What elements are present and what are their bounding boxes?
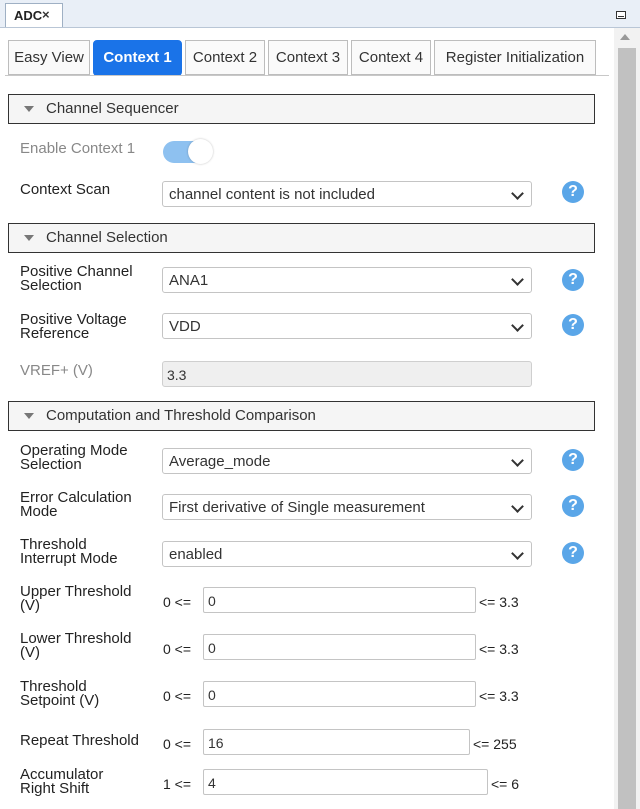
tab-easy-view[interactable]: Easy View — [8, 40, 90, 75]
label-line: Interrupt Mode — [20, 550, 118, 567]
help-icon[interactable]: ? — [562, 269, 584, 291]
threshold-setpoint-min: 0 <= — [163, 688, 192, 704]
threshold-setpoint-label: Threshold Setpoint (V) — [20, 679, 100, 709]
accumulator-shift-min: 1 <= — [163, 776, 192, 792]
positive-vref-label: Positive Voltage Reference — [20, 312, 127, 342]
positive-channel-value: ANA1 — [169, 272, 209, 289]
tab-context-3[interactable]: Context 3 — [268, 40, 348, 75]
error-calc-label: Error Calculation Mode — [20, 490, 132, 520]
operating-mode-select[interactable]: Average_mode — [162, 448, 532, 474]
close-tab-icon[interactable]: × — [42, 3, 56, 23]
chevron-down-icon — [511, 500, 524, 513]
document-tab-bar — [0, 0, 640, 28]
vref-plus-field: 3.3 — [162, 361, 532, 387]
enable-context-label: Enable Context 1 — [20, 140, 136, 157]
positive-vref-value: VDD — [169, 318, 201, 335]
upper-threshold-min: 0 <= — [163, 594, 192, 610]
lower-threshold-label: Lower Threshold (V) — [20, 631, 131, 661]
lower-threshold-input[interactable]: 0 — [203, 634, 476, 660]
chevron-down-icon — [511, 319, 524, 332]
repeat-threshold-min: 0 <= — [163, 736, 192, 752]
section-header-channel-sequencer[interactable]: Channel Sequencer — [8, 94, 595, 124]
scrollbar-thumb[interactable] — [618, 48, 636, 809]
threshold-interrupt-select[interactable]: enabled — [162, 541, 532, 567]
upper-threshold-input[interactable]: 0 — [203, 587, 476, 613]
section-title: Computation and Threshold Comparison — [46, 407, 316, 424]
threshold-setpoint-input[interactable]: 0 — [203, 681, 476, 707]
repeat-threshold-label: Repeat Threshold — [20, 732, 139, 749]
label-line: (V) — [20, 644, 40, 661]
collapse-triangle-icon — [24, 106, 34, 112]
tab-context-2[interactable]: Context 2 — [185, 40, 265, 75]
label-line: Reference — [20, 325, 90, 342]
lower-threshold-max: <= 3.3 — [479, 641, 519, 657]
context-scan-label: Context Scan — [20, 181, 111, 198]
positive-channel-label: Positive Channel Selection — [20, 264, 133, 294]
upper-threshold-label: Upper Threshold (V) — [20, 584, 131, 614]
error-calc-select[interactable]: First derivative of Single measurement — [162, 494, 532, 520]
help-icon[interactable]: ? — [562, 314, 584, 336]
positive-channel-select[interactable]: ANA1 — [162, 267, 532, 293]
collapse-triangle-icon — [24, 235, 34, 241]
context-scan-select[interactable]: channel content is not included — [162, 181, 532, 207]
accumulator-shift-input[interactable]: 4 — [203, 769, 488, 795]
threshold-interrupt-value: enabled — [169, 546, 223, 563]
context-scan-value: channel content is not included — [169, 186, 375, 203]
help-icon[interactable]: ? — [562, 542, 584, 564]
label-line: Selection — [20, 277, 82, 294]
chevron-down-icon — [511, 273, 524, 286]
section-header-computation[interactable]: Computation and Threshold Comparison — [8, 401, 595, 431]
tab-context-4[interactable]: Context 4 — [351, 40, 431, 75]
help-icon[interactable]: ? — [562, 181, 584, 203]
chevron-down-icon — [511, 454, 524, 467]
vref-plus-label: VREF+ (V) — [20, 362, 93, 379]
repeat-threshold-input[interactable]: 16 — [203, 729, 470, 755]
positive-vref-select[interactable]: VDD — [162, 313, 532, 339]
minimize-panel-icon[interactable] — [616, 11, 626, 19]
tab-register-initialization[interactable]: Register Initialization — [434, 40, 596, 75]
label-line: Setpoint (V) — [20, 692, 100, 709]
threshold-setpoint-max: <= 3.3 — [479, 688, 519, 704]
toggle-knob — [188, 139, 213, 164]
help-icon[interactable]: ? — [562, 495, 584, 517]
repeat-threshold-max: <= 255 — [473, 736, 517, 752]
label-line: Mode — [20, 503, 58, 520]
operating-mode-label: Operating Mode Selection — [20, 443, 128, 473]
accumulator-shift-label: Accumulator Right Shift — [20, 767, 103, 797]
section-title: Channel Selection — [46, 229, 168, 246]
document-tab-title: ADC — [14, 8, 43, 23]
accumulator-shift-max: <= 6 — [491, 776, 520, 792]
help-icon[interactable]: ? — [562, 449, 584, 471]
tab-context-1[interactable]: Context 1 — [93, 40, 182, 76]
error-calc-value: First derivative of Single measurement — [169, 499, 425, 516]
threshold-interrupt-label: Threshold Interrupt Mode — [20, 537, 118, 567]
lower-threshold-min: 0 <= — [163, 641, 192, 657]
chevron-down-icon — [511, 187, 524, 200]
collapse-triangle-icon — [24, 413, 34, 419]
operating-mode-value: Average_mode — [169, 453, 271, 470]
tab-divider — [5, 75, 609, 76]
label-line: Right Shift — [20, 780, 90, 797]
section-header-channel-selection[interactable]: Channel Selection — [8, 223, 595, 253]
section-title: Channel Sequencer — [46, 100, 179, 117]
label-line: (V) — [20, 597, 40, 614]
scroll-up-arrow-icon[interactable] — [620, 34, 630, 40]
label-line: Selection — [20, 456, 82, 473]
chevron-down-icon — [511, 547, 524, 560]
upper-threshold-max: <= 3.3 — [479, 594, 519, 610]
